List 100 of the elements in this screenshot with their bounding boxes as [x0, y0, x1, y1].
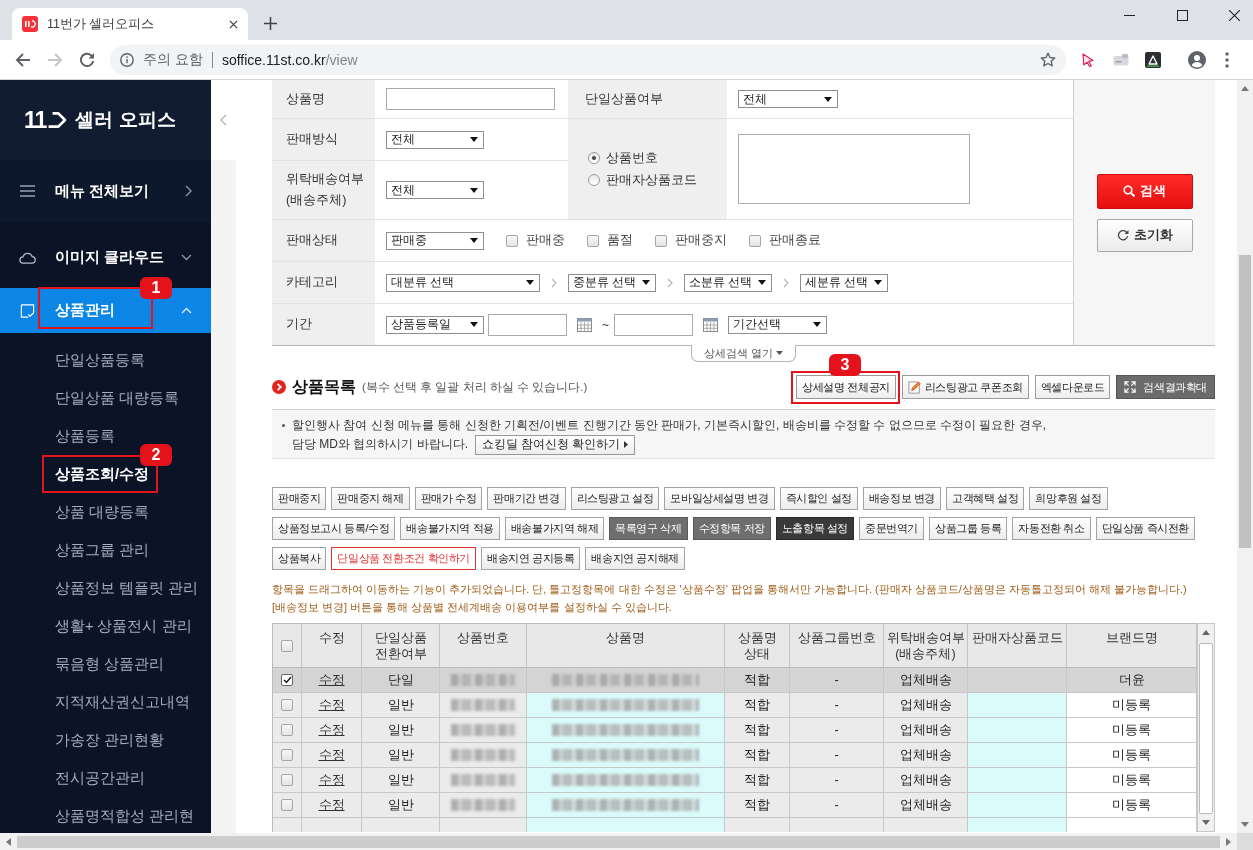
sidebar-submenu-item[interactable]: 상품 대량등록 [0, 502, 211, 522]
radio-button[interactable] [588, 152, 600, 164]
info-icon[interactable] [120, 52, 134, 67]
checkbox[interactable] [281, 749, 293, 761]
action-button[interactable]: 배송정보 변경 [862, 487, 942, 510]
checkbox[interactable] [587, 234, 599, 247]
action-button[interactable]: 목록영구 삭제 [609, 517, 688, 540]
more-icon[interactable] [1225, 51, 1229, 68]
action-button[interactable]: 상세설명 전체공지 [796, 375, 896, 399]
arrow-up-icon[interactable] [1241, 86, 1249, 91]
action-button[interactable]: 배송지연 공지해제 [585, 547, 685, 570]
action-button[interactable]: 판매중지 해제 [331, 487, 410, 510]
address-bar[interactable]: 주의 요함 soffice.11st.co.kr/view [110, 44, 1066, 75]
edit-link[interactable]: 수정 [318, 671, 345, 689]
dropdown[interactable]: 전체 [386, 130, 484, 149]
action-button[interactable]: 상품복사 [272, 547, 327, 570]
link-button[interactable]: 쇼킹딜 참여신청 확인하기 [475, 434, 636, 455]
table-row[interactable]: 수정 일반 적합 - 업체배송 미등록 [272, 693, 1197, 718]
edit-link[interactable]: 수정 [318, 721, 345, 739]
action-button[interactable]: 고객혜택 설정 [946, 487, 1025, 510]
seller-office-logo[interactable]: 11 셀러 오피스 [24, 106, 176, 134]
sidebar-submenu-item[interactable]: 묶음형 상품관리 [0, 654, 211, 674]
edit-link[interactable]: 수정 [318, 796, 345, 814]
dropdown[interactable]: 판매중 [386, 231, 484, 250]
search-button[interactable]: 검색 [1096, 173, 1193, 209]
arrow-left-icon[interactable] [6, 837, 11, 846]
calendar-icon[interactable] [577, 317, 592, 332]
sidebar-submenu-item[interactable]: 상품명적합성 관리현 [0, 806, 211, 826]
menu-all-button[interactable]: 메뉴 전체보기 [0, 160, 211, 222]
sidebar-menu-item[interactable]: 이미지 클라우드 [0, 235, 211, 280]
dropdown[interactable]: 세분류 선택 [800, 273, 888, 292]
arrow-down-icon[interactable] [1202, 820, 1210, 825]
sidebar-submenu-item[interactable]: 상품등록 [0, 426, 211, 446]
action-button[interactable]: 리스팅광고 쿠폰조회 [901, 375, 1029, 399]
arrow-down-icon[interactable] [1241, 822, 1249, 827]
table-row[interactable]: 수정 일반 적합 - 업체배송 미등록 [272, 793, 1197, 818]
table-row[interactable]: 수정 일반 적합 - 업체배송 미등록 [272, 768, 1197, 793]
back-icon[interactable] [15, 51, 31, 68]
date-input[interactable] [488, 313, 567, 336]
star-icon[interactable] [1040, 51, 1056, 68]
dropdown[interactable]: 중분류 선택 [568, 273, 656, 292]
table-row[interactable]: 수정 일반 적합 - 업체배송 미등록 [272, 743, 1197, 768]
sidebar-submenu-item[interactable]: 상품그룹 관리 [0, 540, 211, 560]
sidebar-submenu-item[interactable]: 단일상품등록 [0, 350, 211, 370]
edit-link[interactable]: 수정 [318, 746, 345, 764]
checkbox[interactable] [281, 774, 293, 786]
action-button[interactable]: 배송지연 공지등록 [480, 547, 581, 570]
calendar-icon[interactable] [703, 317, 718, 332]
action-button[interactable]: 배송불가지역 적용 [400, 517, 500, 540]
action-button[interactable]: 리스팅광고 설정 [570, 487, 660, 510]
action-button[interactable]: 엑셀다운로드 [1034, 375, 1111, 399]
action-button[interactable]: 검색결과확대 [1116, 375, 1215, 399]
detail-search-toggle[interactable]: 상세검색 열기 [690, 345, 797, 362]
minimize-icon[interactable] [1124, 14, 1135, 16]
sidebar-submenu-item[interactable]: 상품정보 템플릿 관리 [0, 578, 211, 598]
dropdown[interactable]: 전체 [738, 90, 838, 108]
scrollbar-thumb[interactable] [1199, 643, 1213, 814]
action-button[interactable]: 노출항목 설정 [775, 517, 855, 540]
checkbox[interactable] [655, 234, 667, 247]
maximize-icon[interactable] [1177, 9, 1188, 21]
checkbox[interactable] [281, 699, 293, 711]
action-button[interactable]: 상품그룹 등록 [929, 517, 1008, 540]
dropdown[interactable]: 전체 [386, 181, 484, 199]
scrollbar-thumb[interactable] [1239, 255, 1251, 548]
sidebar-submenu-item[interactable]: 생활+ 상품전시 관리 [0, 616, 211, 636]
plus-icon[interactable] [264, 17, 277, 30]
action-button[interactable]: 희망후원 설정 [1029, 487, 1108, 510]
dropdown[interactable]: 소분류 선택 [684, 273, 772, 292]
checkbox[interactable] [281, 799, 293, 811]
dropdown[interactable]: 상품등록일 [386, 315, 484, 334]
checkbox[interactable] [749, 234, 761, 247]
checkbox[interactable] [281, 639, 293, 652]
close-icon[interactable] [1229, 9, 1240, 21]
sidebar-submenu-item[interactable]: 단일상품 대량등록 [0, 388, 211, 408]
action-button[interactable]: 판매가 수정 [414, 487, 483, 510]
checkbox[interactable] [281, 724, 293, 736]
close-icon[interactable] [229, 19, 238, 29]
reset-button[interactable]: 초기화 [1096, 218, 1193, 252]
date-input[interactable] [614, 313, 693, 336]
sidebar-submenu-item[interactable]: 지적재산권신고내역 [0, 692, 211, 712]
action-button[interactable]: 상품정보고시 등록/수정 [272, 517, 396, 540]
table-row[interactable]: 수정 일반 적합 - 업체배송 미등록 [272, 718, 1197, 743]
arrow-right-icon[interactable] [1226, 837, 1231, 846]
scrollbar-thumb[interactable] [17, 835, 1220, 848]
edit-link[interactable]: 수정 [318, 771, 345, 789]
sidebar-submenu-item[interactable]: 상품조회/수정 [0, 464, 211, 484]
tile-icon[interactable] [1145, 51, 1161, 68]
sidebar-submenu-item[interactable]: 가송장 관리현황 [0, 730, 211, 750]
checkbox[interactable] [281, 674, 293, 686]
text-area[interactable] [738, 134, 970, 204]
sidebar-submenu-item[interactable]: 전시공간관리 [0, 768, 211, 788]
action-button[interactable]: 판매중지 [272, 487, 327, 510]
action-button[interactable]: 단일상품 전환조건 확인하기 [331, 547, 476, 570]
edit-link[interactable]: 수정 [318, 696, 345, 714]
action-button[interactable]: 배송불가지역 해제 [504, 517, 605, 540]
action-button[interactable]: 자동전환 취소 [1012, 517, 1091, 540]
action-button[interactable]: 수정항목 저장 [692, 517, 771, 540]
reload-icon[interactable] [79, 51, 95, 68]
dropdown[interactable]: 대분류 선택 [386, 273, 540, 292]
text-input[interactable] [386, 88, 555, 110]
